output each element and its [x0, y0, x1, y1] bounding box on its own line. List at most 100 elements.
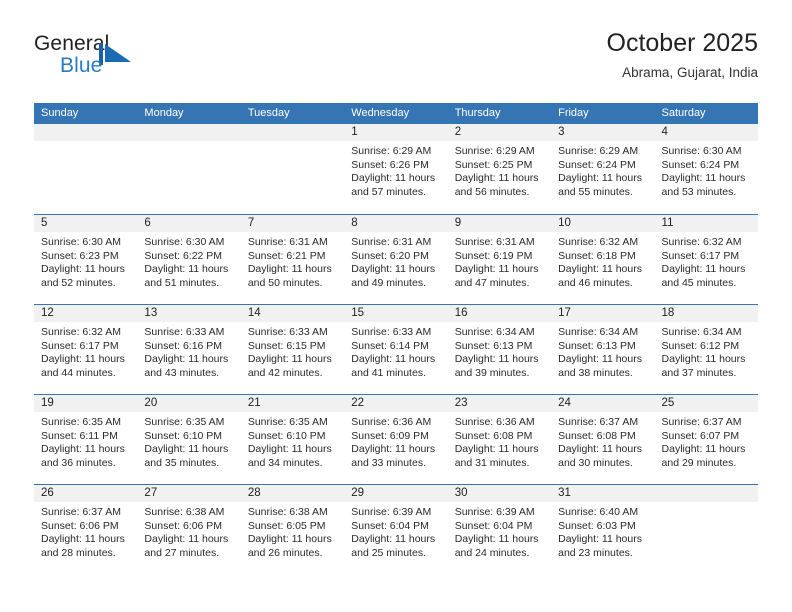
daylight-duration-line1: Daylight: 11 hours: [454, 443, 539, 456]
day-number: 13: [137, 305, 241, 322]
day-cell[interactable]: 9 Sunrise: 6:31 AM Sunset: 6:19 PM Daylight…: [447, 215, 552, 304]
sunrise-time: Sunrise: 6:30 AM: [661, 145, 742, 157]
daylight-duration-line2: and 56 minutes.: [454, 185, 530, 198]
sunset-time: Sunset: 6:23 PM: [41, 249, 119, 262]
sunset-time: Sunset: 6:18 PM: [558, 249, 636, 262]
daylight-duration-line2: and 41 minutes.: [351, 366, 426, 379]
day-cell[interactable]: 18 Sunrise: 6:34 AM Sunset: 6:12 PM Dayligh…: [654, 305, 758, 394]
calendar-week-row: 19 Sunrise: 6:35 AM Sunset: 6:11 PM Dayligh…: [34, 394, 758, 484]
sunset-time: Sunset: 6:12 PM: [661, 339, 740, 352]
sunset-time: Sunset: 6:20 PM: [351, 249, 429, 262]
day-cell[interactable]: 13 Sunrise: 6:33 AM Sunset: 6:16 PM Dayligh…: [137, 305, 241, 394]
daylight-duration-line2: and 38 minutes.: [558, 366, 633, 379]
daylight-duration-line1: Daylight: 11 hours: [41, 533, 125, 546]
day-details: Sunrise: 6:37 AM Sunset: 6:06 PM Daylight:…: [34, 502, 137, 560]
day-cell[interactable]: 20 Sunrise: 6:35 AM Sunset: 6:10 PM Dayligh…: [137, 395, 241, 484]
day-cell[interactable]: 24 Sunrise: 6:37 AM Sunset: 6:08 PM Dayligh…: [551, 395, 655, 484]
daylight-duration-line2: and 49 minutes.: [351, 276, 426, 289]
day-number: 28: [240, 485, 345, 502]
day-cell[interactable]: 19 Sunrise: 6:35 AM Sunset: 6:11 PM Dayligh…: [34, 395, 138, 484]
day-number: 26: [34, 485, 138, 502]
day-cell[interactable]: 2 Sunrise: 6:29 AM Sunset: 6:25 PM Daylight…: [447, 124, 552, 214]
sunrise-time: Sunrise: 6:32 AM: [558, 236, 639, 248]
day-cell[interactable]: 17 Sunrise: 6:34 AM Sunset: 6:13 PM Dayligh…: [551, 305, 655, 394]
sunrise-time: Sunrise: 6:37 AM: [661, 416, 742, 428]
day-details: Sunrise: 6:36 AM Sunset: 6:09 PM Daylight:…: [344, 412, 447, 470]
day-number: 25: [654, 395, 758, 412]
day-cell[interactable]: 15 Sunrise: 6:33 AM Sunset: 6:14 PM Dayligh…: [344, 305, 448, 394]
day-cell[interactable]: 26 Sunrise: 6:37 AM Sunset: 6:06 PM Dayligh…: [34, 485, 138, 574]
daylight-duration-line2: and 28 minutes.: [41, 546, 116, 559]
day-cell[interactable]: 7 Sunrise: 6:31 AM Sunset: 6:21 PM Daylight…: [240, 215, 345, 304]
sunrise-time: Sunrise: 6:35 AM: [144, 416, 225, 428]
daylight-duration-line1: Daylight: 11 hours: [351, 353, 436, 366]
day-cell[interactable]: 27 Sunrise: 6:38 AM Sunset: 6:06 PM Dayligh…: [137, 485, 241, 574]
daylight-duration-line2: and 35 minutes.: [144, 456, 220, 469]
day-cell[interactable]: 14 Sunrise: 6:33 AM Sunset: 6:15 PM Dayligh…: [240, 305, 345, 394]
calendar-week-row: 26 Sunrise: 6:37 AM Sunset: 6:06 PM Dayligh…: [34, 484, 758, 574]
day-details: Sunrise: 6:31 AM Sunset: 6:21 PM Daylight:…: [241, 232, 344, 290]
day-cell[interactable]: 22 Sunrise: 6:36 AM Sunset: 6:09 PM Dayligh…: [344, 395, 448, 484]
daylight-duration-line1: Daylight: 11 hours: [144, 353, 229, 366]
daylight-duration-line1: Daylight: 11 hours: [661, 443, 746, 456]
day-cell[interactable]: 1 Sunrise: 6:29 AM Sunset: 6:26 PM Daylight…: [344, 124, 448, 214]
daylight-duration-line1: Daylight: 11 hours: [351, 533, 436, 546]
weekday-header-friday: Friday: [558, 107, 589, 119]
sunset-time: Sunset: 6:11 PM: [41, 429, 118, 442]
daylight-duration-line2: and 46 minutes.: [558, 276, 633, 289]
day-cell[interactable]: 25 Sunrise: 6:37 AM Sunset: 6:07 PM Dayligh…: [654, 395, 758, 484]
sunrise-time: Sunrise: 6:38 AM: [247, 506, 328, 518]
day-cell[interactable]: 28 Sunrise: 6:38 AM Sunset: 6:05 PM Dayligh…: [240, 485, 345, 574]
day-details: Sunrise: 6:31 AM Sunset: 6:19 PM Daylight:…: [448, 232, 551, 290]
daylight-duration-line2: and 37 minutes.: [661, 366, 737, 379]
daylight-duration-line1: Daylight: 11 hours: [247, 353, 332, 366]
day-cell[interactable]: 16 Sunrise: 6:34 AM Sunset: 6:13 PM Dayligh…: [447, 305, 552, 394]
sunset-time: Sunset: 6:08 PM: [558, 429, 636, 442]
day-number: 5: [34, 215, 138, 232]
day-cell[interactable]: 30 Sunrise: 6:39 AM Sunset: 6:04 PM Dayligh…: [447, 485, 552, 574]
daylight-duration-line2: and 30 minutes.: [558, 456, 633, 469]
sunrise-time: Sunrise: 6:33 AM: [144, 326, 225, 338]
day-cell[interactable]: 29 Sunrise: 6:39 AM Sunset: 6:04 PM Dayligh…: [344, 485, 448, 574]
sunset-time: Sunset: 6:21 PM: [247, 249, 326, 262]
day-number: 18: [654, 305, 758, 322]
day-details: Sunrise: 6:37 AM Sunset: 6:08 PM Daylight:…: [551, 412, 654, 470]
day-details: Sunrise: 6:37 AM Sunset: 6:07 PM Daylight:…: [655, 412, 758, 470]
day-cell[interactable]: 11 Sunrise: 6:32 AM Sunset: 6:17 PM Dayligh…: [654, 215, 758, 304]
day-details: Sunrise: 6:29 AM Sunset: 6:24 PM Daylight:…: [551, 141, 654, 199]
day-number: 29: [344, 485, 448, 502]
day-number: 22: [344, 395, 448, 412]
daylight-duration-line2: and 34 minutes.: [247, 456, 323, 469]
sunrise-time: Sunrise: 6:34 AM: [454, 326, 535, 338]
calendar-weeks: 1 Sunrise: 6:29 AM Sunset: 6:26 PM Daylight…: [34, 124, 758, 574]
daylight-duration-line1: Daylight: 11 hours: [558, 263, 642, 276]
daylight-duration-line1: Daylight: 11 hours: [454, 533, 539, 546]
daylight-duration-line2: and 33 minutes.: [351, 456, 426, 469]
day-cell[interactable]: 21 Sunrise: 6:35 AM Sunset: 6:10 PM Dayligh…: [240, 395, 345, 484]
day-details: Sunrise: 6:30 AM Sunset: 6:24 PM Daylight:…: [655, 141, 758, 199]
sunset-time: Sunset: 6:19 PM: [454, 249, 533, 262]
sunset-time: Sunset: 6:09 PM: [351, 429, 429, 442]
day-cell[interactable]: 3 Sunrise: 6:29 AM Sunset: 6:24 PM Daylight…: [551, 124, 655, 214]
daylight-duration-line1: Daylight: 11 hours: [41, 443, 125, 456]
sunrise-time: Sunrise: 6:29 AM: [558, 145, 639, 157]
day-cell-empty: [34, 124, 138, 214]
day-cell[interactable]: 10 Sunrise: 6:32 AM Sunset: 6:18 PM Dayligh…: [551, 215, 655, 304]
day-number: 10: [551, 215, 655, 232]
day-cell[interactable]: 8 Sunrise: 6:31 AM Sunset: 6:20 PM Daylight…: [344, 215, 448, 304]
day-cell[interactable]: 4 Sunrise: 6:30 AM Sunset: 6:24 PM Daylight…: [654, 124, 758, 214]
day-cell[interactable]: 31 Sunrise: 6:40 AM Sunset: 6:03 PM Dayligh…: [551, 485, 655, 574]
day-number: 12: [34, 305, 138, 322]
day-cell[interactable]: 23 Sunrise: 6:36 AM Sunset: 6:08 PM Dayligh…: [447, 395, 552, 484]
day-cell[interactable]: 12 Sunrise: 6:32 AM Sunset: 6:17 PM Dayligh…: [34, 305, 138, 394]
day-details: Sunrise: 6:29 AM Sunset: 6:25 PM Daylight:…: [448, 141, 551, 199]
day-details: Sunrise: 6:34 AM Sunset: 6:13 PM Daylight:…: [448, 322, 551, 380]
day-details: Sunrise: 6:35 AM Sunset: 6:10 PM Daylight:…: [137, 412, 240, 470]
sunset-time: Sunset: 6:15 PM: [247, 339, 326, 352]
brand-logo[interactable]: General Blue: [34, 32, 274, 92]
daylight-duration-line2: and 52 minutes.: [41, 276, 116, 289]
day-cell[interactable]: 5 Sunrise: 6:30 AM Sunset: 6:23 PM Daylight…: [34, 215, 138, 304]
day-cell[interactable]: 6 Sunrise: 6:30 AM Sunset: 6:22 PM Daylight…: [137, 215, 241, 304]
day-number: 14: [240, 305, 345, 322]
sunrise-time: Sunrise: 6:35 AM: [41, 416, 121, 428]
